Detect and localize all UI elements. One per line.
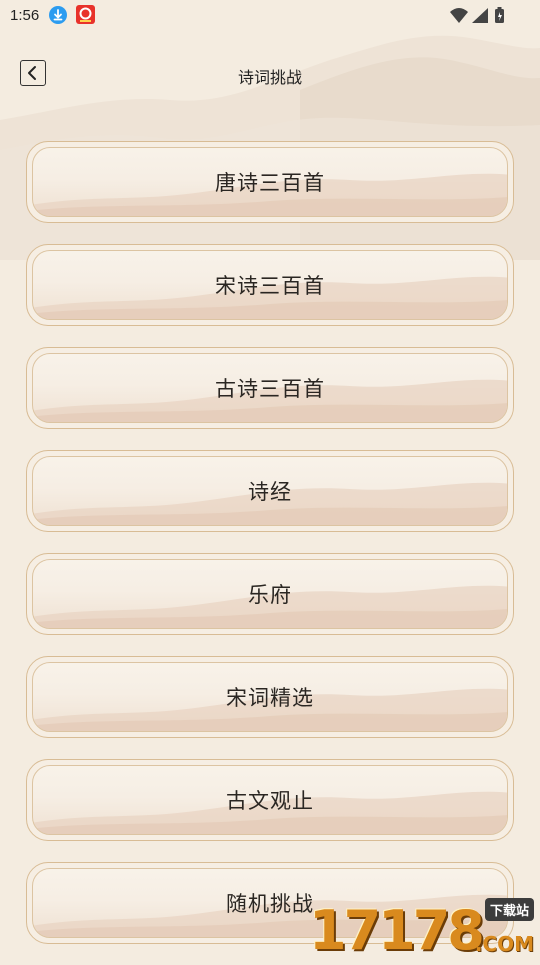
wifi-icon xyxy=(450,8,468,23)
battery-icon xyxy=(495,7,504,23)
menu-item-tang-poems[interactable]: 唐诗三百首 xyxy=(26,141,514,223)
menu-item-label: 古诗三百首 xyxy=(215,377,325,401)
page-title: 诗词挑战 xyxy=(237,68,302,87)
app-notification-icon xyxy=(76,5,95,24)
menu-item-book-of-songs[interactable]: 诗经 xyxy=(26,450,514,532)
menu-item-ancient-poems[interactable]: 古诗三百首 xyxy=(26,347,514,429)
status-icons xyxy=(450,7,504,23)
status-time: 1:56 xyxy=(10,7,40,24)
menu-item-label: 宋词精选 xyxy=(226,686,314,710)
watermark-badge: 下载站 xyxy=(484,898,534,921)
header: 诗词挑战 xyxy=(0,56,540,92)
menu-item-label: 诗经 xyxy=(248,480,292,504)
challenge-menu: 唐诗三百首 宋诗三百首 古诗三百首 诗经 乐府 宋词精选 古文观止 随机挑战 xyxy=(26,141,514,965)
menu-item-classical-prose[interactable]: 古文观止 xyxy=(26,759,514,841)
menu-item-label: 唐诗三百首 xyxy=(215,171,325,195)
download-icon xyxy=(49,6,67,24)
watermark-suffix: .COM xyxy=(474,932,534,956)
menu-item-label: 乐府 xyxy=(248,583,292,607)
menu-item-song-poems[interactable]: 宋诗三百首 xyxy=(26,244,514,326)
watermark-digits: 17178 xyxy=(309,899,485,962)
menu-item-label: 宋诗三百首 xyxy=(215,274,325,298)
cellular-signal-icon xyxy=(472,8,488,23)
status-bar: 1:56 xyxy=(0,0,540,30)
site-watermark: 17178 下载站 .COM xyxy=(309,898,534,958)
menu-item-song-ci[interactable]: 宋词精选 xyxy=(26,656,514,738)
menu-item-label: 古文观止 xyxy=(226,789,314,813)
menu-item-yuefu[interactable]: 乐府 xyxy=(26,553,514,635)
